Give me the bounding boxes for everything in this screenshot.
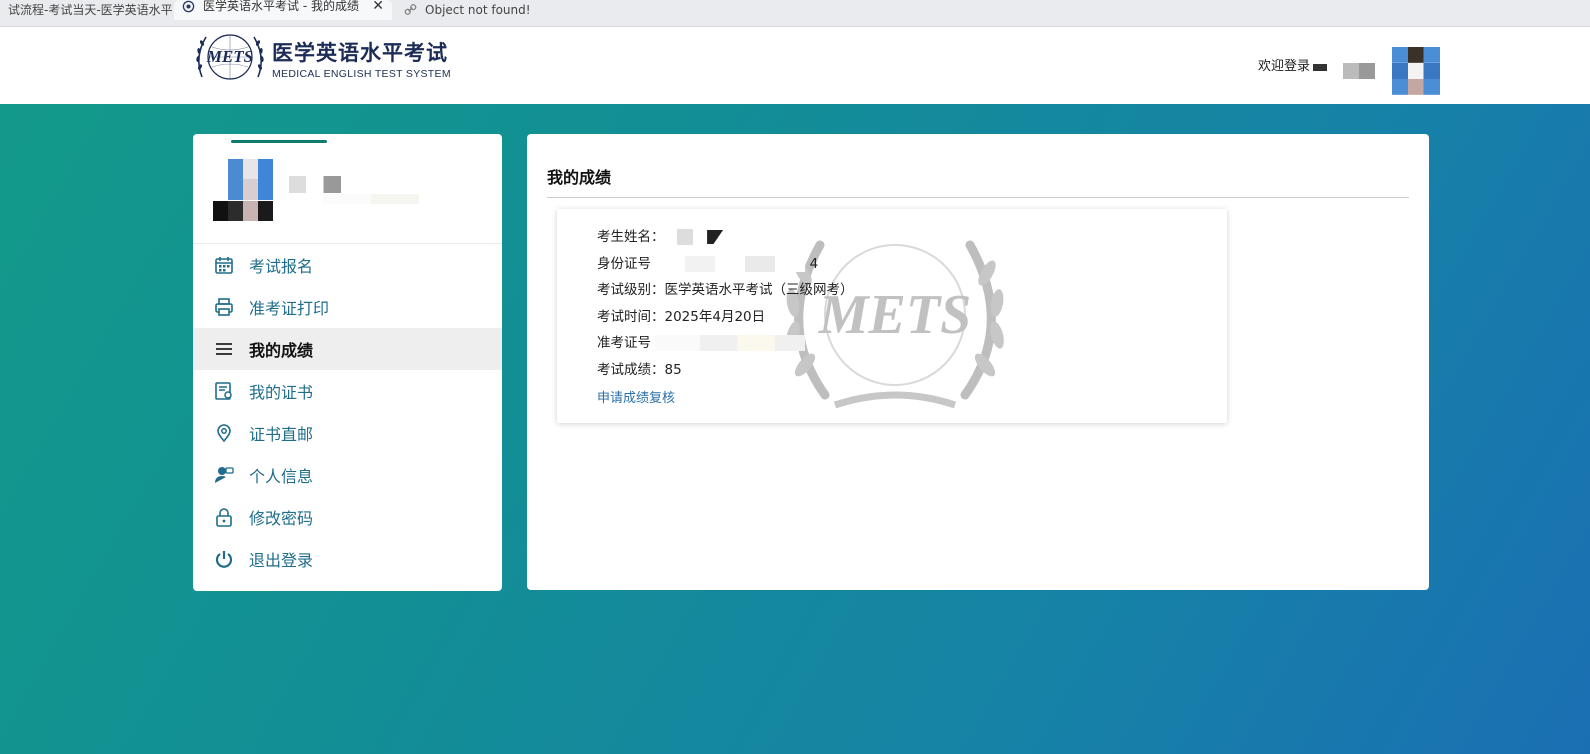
field-label: 考试时间： <box>597 308 665 325</box>
avatar <box>213 159 273 221</box>
sidebar-item-change-password[interactable]: 修改密码 <box>193 496 502 538</box>
logo-title-cn: 医学英语水平考试 <box>272 40 448 65</box>
svg-text:METS: METS <box>206 47 253 66</box>
certificate-icon <box>213 380 235 402</box>
sidebar-item-label: 我的证书 <box>249 383 314 402</box>
sidebar-item-logout[interactable]: 退出登录 <box>193 538 502 580</box>
ticket-number-row: 准考证号 <box>597 331 854 358</box>
user-icon <box>213 464 235 486</box>
browser-tab-strip: 试流程-考试当天-医学英语水平 医学英语水平考试 - 我的成绩 ✕ Object… <box>0 0 1590 27</box>
sidebar-item-my-certificate[interactable]: 我的证书 <box>193 370 502 412</box>
calendar-icon <box>213 254 235 276</box>
apply-score-recheck-link[interactable]: 申请成绩复核 <box>597 387 675 411</box>
score-details: 考生姓名： 身份证号 4 考试级别：医学英语水平考试（三级网考） 考试时间：20… <box>597 225 854 411</box>
sidebar-item-label: 个人信息 <box>249 467 314 486</box>
lock-icon <box>213 506 235 528</box>
sidebar-item-my-scores[interactable]: 我的成绩 <box>193 328 502 370</box>
menu-lines-icon <box>213 338 235 360</box>
divider <box>547 197 1409 198</box>
tab-title: 试流程-考试当天-医学英语水平 <box>8 2 172 17</box>
sidebar-item-certificate-mail[interactable]: 证书直邮 <box>193 412 502 454</box>
redacted-id-number <box>655 255 806 272</box>
logo-title-en: MEDICAL ENGLISH TEST SYSTEM <box>272 67 451 80</box>
tab-title: 医学英语水平考试 - 我的成绩 <box>203 0 359 13</box>
page-title: 我的成绩 <box>547 168 612 187</box>
welcome-text: 欢迎登录 <box>1258 59 1311 74</box>
id-number-row: 身份证号 4 <box>597 252 854 279</box>
redacted-name <box>289 176 341 193</box>
score-card: METS 考生姓名： 身份证号 4 考试级别：医学英语水平考试（三级网考） 考试… <box>557 209 1227 423</box>
sidebar: 考试报名 准考证打印 我的成绩 我的证书 证书直邮 个人信息 修改密码 退出登录 <box>193 134 502 591</box>
sidebar-item-label: 证书直邮 <box>249 425 314 444</box>
profile-panel <box>193 134 502 244</box>
field-label: 考试级别： <box>597 282 665 299</box>
decorative-line <box>231 140 327 143</box>
tab-title: Object not found! <box>425 2 531 17</box>
exam-level-value: 医学英语水平考试（三级网考） <box>664 282 854 299</box>
site-logo[interactable]: METS 医学英语水平考试 MEDICAL ENGLISH TEST SYSTE… <box>192 27 452 89</box>
redacted-username <box>1313 64 1327 71</box>
exam-date-row: 考试时间：2025年4月20日 <box>597 305 854 332</box>
score-row: 考试成绩：85 <box>597 358 854 385</box>
printer-icon <box>213 296 235 318</box>
sidebar-item-personal-info[interactable]: 个人信息 <box>193 454 502 496</box>
redacted-name <box>707 230 724 244</box>
sidebar-item-label: 准考证打印 <box>249 299 330 318</box>
id-number-tail: 4 <box>809 255 819 272</box>
sidebar-item-admission-ticket-print[interactable]: 准考证打印 <box>193 286 502 328</box>
site-favicon-icon <box>182 0 195 13</box>
score-value: 85 <box>664 361 682 378</box>
sidebar-item-label: 修改密码 <box>249 509 314 528</box>
field-label: 考试成绩： <box>597 361 665 378</box>
close-icon[interactable]: ✕ <box>366 0 384 15</box>
redacted-name <box>676 229 693 245</box>
sidebar-item-label: 考试报名 <box>249 257 314 276</box>
browser-tab-3[interactable]: Object not found! <box>396 0 614 27</box>
sidebar-item-label: 退出登录 <box>249 551 314 570</box>
power-icon <box>213 548 235 570</box>
field-label: 准考证号 <box>597 335 651 352</box>
site-header: METS 医学英语水平考试 MEDICAL ENGLISH TEST SYSTE… <box>0 27 1590 104</box>
candidate-name-row: 考生姓名： <box>597 225 854 252</box>
sidebar-item-label: 我的成绩 <box>249 341 314 360</box>
exam-date-value: 2025年4月20日 <box>664 308 766 325</box>
redacted-username <box>1343 63 1375 79</box>
main-panel: 我的成绩 METS 考生姓名： 身份证号 4 考试级别：医学英语水平考试（三级网… <box>527 134 1429 590</box>
mets-emblem-icon: METS <box>196 34 264 80</box>
location-pin-icon <box>213 422 235 444</box>
field-label: 考生姓名： <box>597 229 665 245</box>
sidebar-menu: 考试报名 准考证打印 我的成绩 我的证书 证书直邮 个人信息 修改密码 退出登录 <box>193 244 502 580</box>
browser-tab-1[interactable]: 试流程-考试当天-医学英语水平 <box>0 0 172 27</box>
browser-tab-2-active[interactable]: 医学英语水平考试 - 我的成绩 ✕ <box>174 0 392 20</box>
sidebar-item-exam-registration[interactable]: 考试报名 <box>193 244 502 286</box>
redacted-ticket-number <box>655 335 806 352</box>
redacted-info <box>323 194 419 204</box>
avatar[interactable] <box>1392 47 1440 95</box>
field-label: 身份证号 <box>597 255 651 272</box>
logo-text: 医学英语水平考试 MEDICAL ENGLISH TEST SYSTEM <box>272 37 451 80</box>
link-icon <box>404 3 417 16</box>
recheck-row: 申请成绩复核 <box>597 385 854 412</box>
exam-level-row: 考试级别：医学英语水平考试（三级网考） <box>597 278 854 305</box>
